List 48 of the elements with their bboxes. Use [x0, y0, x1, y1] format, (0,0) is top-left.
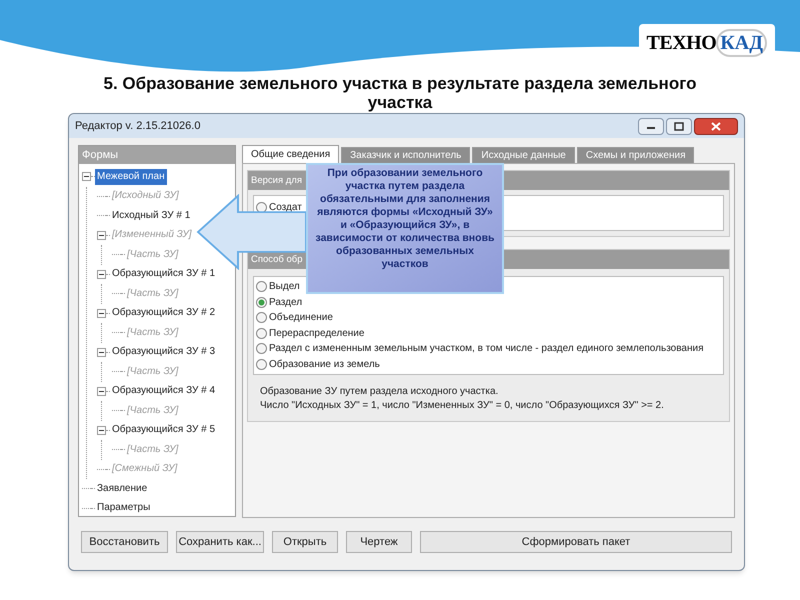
tree-item[interactable]: Образующийся ЗУ # 2 — [110, 305, 218, 322]
collapse-icon[interactable] — [97, 426, 106, 435]
option-label: Образование из земель — [269, 358, 380, 372]
collapse-icon[interactable] — [82, 172, 91, 182]
close-button[interactable] — [694, 118, 738, 134]
description-text: Число "Исходных ЗУ" = 1, число "Измененных ЗУ" = 0, число "Образующихся ЗУ" >= 2. — [260, 399, 665, 413]
maximize-icon — [674, 122, 684, 130]
close-icon — [711, 122, 721, 130]
tab[interactable]: Общие сведения — [242, 145, 340, 163]
collapse-icon[interactable] — [97, 270, 106, 279]
option-label: Перераспределение — [269, 326, 364, 341]
callout-tooltip: При образовании земельного участка путем раздела обязательными для заполнения являются формы «Исходный ЗУ» и «Образующийся ЗУ», в зависимости от количества вновь образованных земельных участков — [306, 163, 504, 294]
tree-item[interactable]: Межевой план — [95, 168, 167, 185]
radio-button[interactable] — [256, 328, 267, 339]
logo-text: КАД — [716, 29, 767, 57]
slide-title: 5. Образование земельного участка в результате раздела земельного участка — [102, 74, 698, 112]
window-title: Редактор v. 2.15.21026.0 — [75, 118, 200, 134]
tree-item[interactable]: Образующийся ЗУ # 4 — [110, 383, 218, 400]
radio-button[interactable] — [256, 312, 267, 324]
radio-button[interactable] — [256, 343, 267, 354]
option-label: Создат — [269, 201, 302, 216]
tree-item[interactable]: Заявление — [95, 480, 150, 497]
collapse-icon[interactable] — [97, 348, 106, 357]
action-button[interactable]: Сохранить как... — [176, 531, 264, 553]
tree-item[interactable]: Образующийся ЗУ # 5 — [110, 422, 218, 438]
panel-header: Формы — [79, 146, 235, 164]
radio-button[interactable] — [256, 296, 267, 308]
option-label: Раздел — [269, 296, 302, 310]
action-button[interactable]: Сформировать пакет — [420, 531, 732, 553]
tree-item[interactable]: Образующийся ЗУ # 3 — [110, 344, 218, 360]
radio-button[interactable] — [256, 358, 267, 370]
collapse-icon[interactable] — [97, 386, 106, 396]
action-button[interactable]: Восстановить — [81, 531, 168, 553]
minimize-button[interactable] — [638, 118, 664, 134]
description-text: Образование ЗУ путем раздела исходного участка. — [260, 385, 500, 399]
maximize-button[interactable] — [666, 118, 692, 134]
logo-text: ТЕХНО — [646, 31, 716, 56]
collapse-icon[interactable] — [97, 308, 106, 318]
tree-item[interactable]: Исходный ЗУ # 1 — [110, 208, 192, 224]
action-button[interactable]: Открыть — [272, 531, 338, 553]
option-label: Объединение — [269, 311, 333, 326]
option-label: Раздел с измененным земельным участком, в том числе - раздел единого землепользования — [269, 342, 704, 356]
tree-item[interactable]: Параметры — [95, 500, 152, 516]
radio-button[interactable] — [256, 281, 267, 292]
option-label: Выдел — [269, 280, 300, 294]
action-button[interactable]: Чертеж — [346, 531, 412, 553]
tree-item[interactable]: Образующийся ЗУ # 1 — [110, 266, 218, 282]
collapse-icon[interactable] — [97, 230, 106, 240]
